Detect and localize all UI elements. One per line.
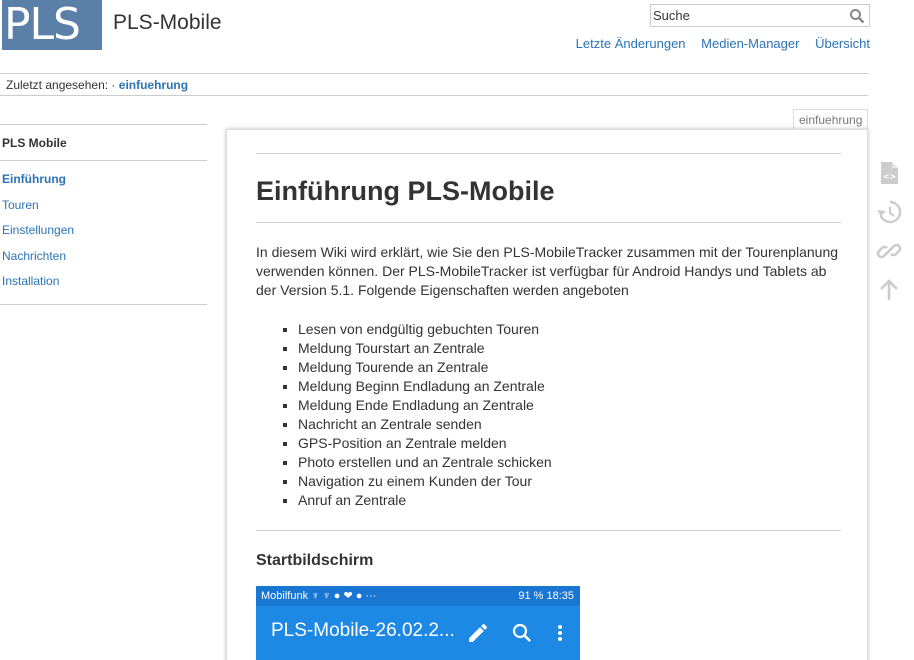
source-icon[interactable]: <> [876,160,902,186]
breadcrumb-divider [0,95,868,96]
search-icon [510,621,534,645]
content-divider [256,153,841,154]
content-divider [256,222,841,223]
history-icon[interactable] [876,199,902,225]
intro-paragraph: In diesem Wiki wird erklärt, wie Sie den… [256,244,839,298]
sidebar-divider [0,303,207,305]
phone-app-title: PLS-Mobile-26.02.2... [271,620,455,641]
list-item: Meldung Ende Endladung an Zentrale [298,396,841,415]
back-to-top-icon[interactable] [876,277,902,303]
sidebar-link-einfuehrung[interactable]: Einführung [2,172,66,186]
list-item: Navigation zu einem Kunden der Tour [298,472,841,491]
breadcrumb: Zuletzt angesehen: · einfuehrung [6,78,188,92]
status-left: Mobilfunk ♆ ♆ ● ❤ ● ··· [261,590,377,602]
svg-text:<>: <> [883,172,896,181]
sidebar-item-einstellungen: Einstellungen [0,218,207,244]
recent-changes-link[interactable]: Letzte Änderungen [576,36,686,51]
page-id-tab: einfuehrung [793,109,869,129]
sidebar-item-installation: Installation [0,269,207,295]
site-tools-nav: Letzte Änderungen Medien-Manager Übersic… [564,36,870,51]
header-divider [0,73,868,74]
search-input[interactable] [651,5,841,26]
sidebar-link-touren[interactable]: Touren [2,198,39,212]
sidebar-item-touren: Touren [0,193,207,219]
phone-status-bar: Mobilfunk ♆ ♆ ● ❤ ● ··· 91 % 18:35 [256,586,580,606]
page-content: Einführung PLS-Mobile In diesem Wiki wir… [226,129,868,660]
sidebar-link-nachrichten[interactable]: Nachrichten [2,249,66,263]
media-manager-link[interactable]: Medien-Manager [701,36,799,51]
search-icon[interactable] [849,8,865,24]
sitemap-link[interactable]: Übersicht [815,36,870,51]
site-title[interactable]: PLS-Mobile [113,11,222,35]
breadcrumb-label: Zuletzt angesehen: [6,78,109,92]
sidebar-item-einfuehrung: Einführung [0,167,207,193]
list-item: Anruf an Zentrale [298,491,841,510]
sidebar-item-nachrichten: Nachrichten [0,244,207,270]
breadcrumb-separator: · [111,78,116,92]
page-tools: <> [876,160,902,316]
list-item: Lesen von endgültig gebuchten Touren [298,320,841,339]
status-right: 91 % 18:35 [518,590,574,602]
feature-list: Lesen von endgültig gebuchten Touren Mel… [298,320,841,510]
pencil-icon [466,621,490,645]
sidebar-link-einstellungen[interactable]: Einstellungen [2,223,74,237]
search-box [650,4,870,27]
more-vert-icon [548,621,572,645]
site-logo[interactable]: PLS [2,0,102,50]
sidebar-link-installation[interactable]: Installation [2,274,59,288]
list-item: GPS-Position an Zentrale melden [298,434,841,453]
list-item: Meldung Tourende an Zentrale [298,358,841,377]
list-item: Nachricht an Zentrale senden [298,415,841,434]
content-divider [256,530,841,531]
sidebar-title: PLS Mobile [2,136,67,150]
app-screenshot: Mobilfunk ♆ ♆ ● ❤ ● ··· 91 % 18:35 PLS-M… [256,586,580,660]
phone-app-bar: PLS-Mobile-26.02.2... [256,606,580,658]
list-item: Meldung Beginn Endladung an Zentrale [298,377,841,396]
section-heading: Startbildschirm [256,552,374,569]
page-title: Einführung PLS-Mobile [256,176,555,206]
sidebar-nav: Einführung Touren Einstellungen Nachrich… [0,161,207,304]
backlinks-icon[interactable] [876,238,902,264]
list-item: Photo erstellen und an Zentrale schicken [298,453,841,472]
list-item: Meldung Tourstart an Zentrale [298,339,841,358]
breadcrumb-link[interactable]: einfuehrung [119,78,188,92]
sidebar: PLS Mobile Einführung Touren Einstellung… [0,124,207,305]
